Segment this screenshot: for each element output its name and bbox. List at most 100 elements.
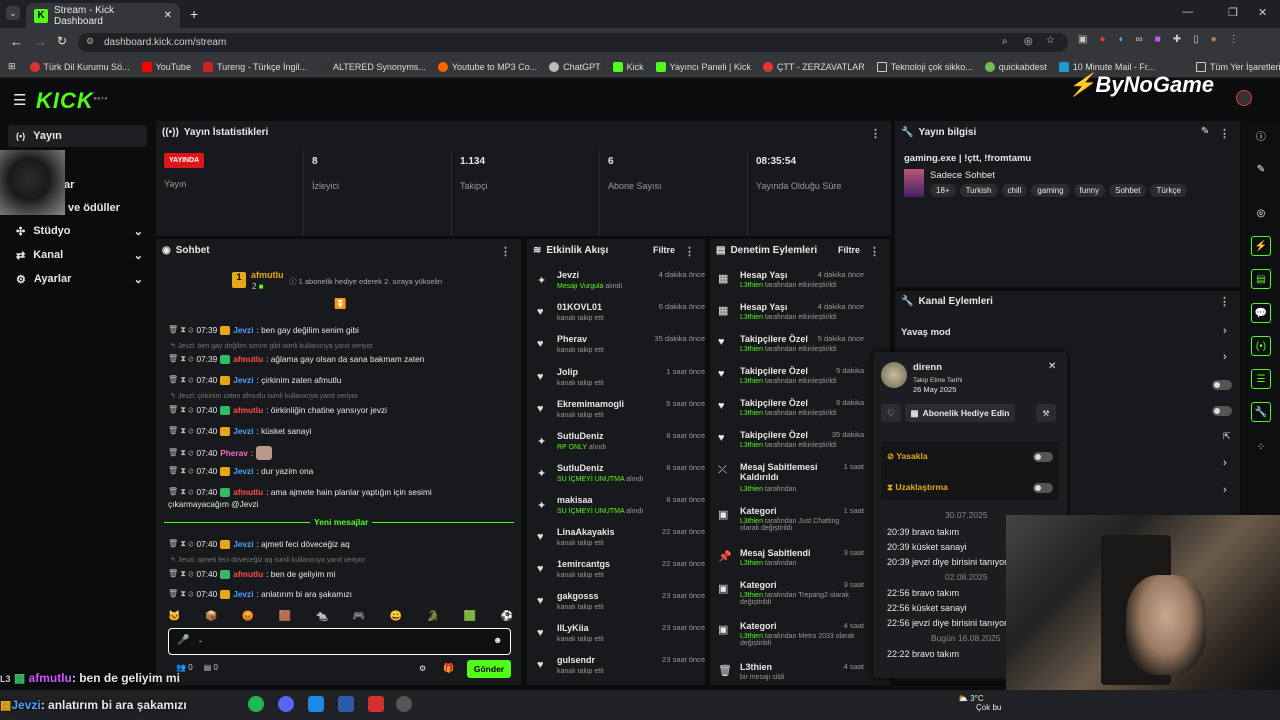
moderation-item[interactable]: 🗑 L3thien bir mesajı sildi 4 saat <box>718 662 864 685</box>
info-icon[interactable]: ⓘ <box>1251 125 1271 145</box>
ban-toggle[interactable] <box>1033 452 1053 462</box>
moderation-item[interactable]: ▣ Kategori L3thien tarafından Metro 2033 o… <box>718 621 864 661</box>
moderation-item[interactable]: 📌 Mesaj Sabitlendi L3thien tarafından 3 saa… <box>718 548 864 580</box>
broadcast-icon[interactable]: (•) <box>1251 336 1271 356</box>
bookmark[interactable]: ÇTT - ZERZAVATLAR <box>762 61 865 72</box>
send-button[interactable]: Gönder <box>467 660 511 678</box>
moderation-item[interactable]: ♥ Takipçilere Özel L3thien tarafından etki… <box>718 430 864 462</box>
pdf-icon[interactable] <box>368 696 384 712</box>
more-options-icon[interactable]: ⋮ <box>870 127 881 140</box>
weather-widget[interactable]: ⛅ 3°C Çok bu <box>958 694 1001 712</box>
pinned-down-arrow-icon[interactable]: ⏬ <box>334 299 346 310</box>
chat-message[interactable]: 🗑 ⧗ ⊘ 07:40 Jevzi: anlatırım bi ara şakam… <box>168 589 508 599</box>
filter-button[interactable]: Filtre <box>838 245 860 255</box>
tag[interactable]: gaming <box>1031 184 1070 197</box>
bookmark[interactable]: 10 Minute Mail - Fr... <box>1058 61 1155 72</box>
tag[interactable]: chill <box>1001 184 1028 197</box>
apps-icon[interactable]: ⊞ <box>8 61 16 72</box>
puzzle-icon[interactable]: ✚ <box>1173 34 1181 50</box>
emote-icon[interactable]: 🐊 <box>427 611 439 625</box>
emote-icon[interactable]: 🐀 <box>316 611 328 625</box>
timeout-toggle[interactable] <box>1033 483 1053 493</box>
activity-item[interactable]: ♥ Jolip kanalı takip etti 1 saat önce <box>537 367 705 399</box>
forward-icon[interactable]: → <box>34 34 47 49</box>
address-bar[interactable]: ⚙ dashboard.kick.com/stream ⌕ ◎ ☆ <box>78 33 1068 52</box>
activity-item[interactable]: ♥ Ekremimamogli kanalı takip etti 5 saat ön… <box>537 399 705 431</box>
chat-message[interactable]: 🗑 ⧗ ⊘ 07:40 afmutlu: ben de geliyim mi <box>168 569 508 579</box>
emote-icon[interactable]: ⚽ <box>500 611 512 625</box>
spotify-icon[interactable] <box>248 696 264 712</box>
gift-sub-button[interactable]: ▦ Abonelik Hediye Edin <box>905 404 1015 422</box>
apps-icon[interactable]: ⁘ <box>1251 437 1271 457</box>
close-icon[interactable]: ✕ <box>1048 361 1056 372</box>
microphone-icon[interactable]: 🎤 <box>177 635 189 646</box>
bookmark[interactable]: YouTube <box>141 61 191 72</box>
new-tab-icon[interactable]: + <box>190 6 198 22</box>
chat-bubble-icon[interactable]: 💬 <box>1251 303 1271 323</box>
sidebar-item-settings[interactable]: ⚙ Ayarlar ⌄ <box>8 268 147 290</box>
tag[interactable]: Turkish <box>959 184 998 197</box>
moderation-item[interactable]: ♥ Takipçilere Özel L3thien tarafından etki… <box>718 334 864 366</box>
more-options-icon[interactable]: ⋮ <box>1219 295 1230 308</box>
chat-message[interactable]: 🗑 ⧗ ⊘ 07:40 Jevzi: küsket sanayi <box>168 426 508 436</box>
activity-item[interactable]: ♥ gakgosss kanalı takip etti 23 saat önce <box>537 591 705 623</box>
lightning-icon[interactable]: ⚡ <box>1251 236 1271 256</box>
activity-item[interactable]: ♥ Pherav kanalı takip etti 35 dakika önce <box>537 334 705 366</box>
moderation-item[interactable]: ♥ Takipçilere Özel L3thien tarafından etki… <box>718 398 864 430</box>
activity-item[interactable]: ✦ SutluDeniz SU İÇMEYİ UNUTMA alındı 8 saat… <box>537 463 705 495</box>
more-options-icon[interactable]: ⋮ <box>869 245 880 258</box>
app-icon[interactable] <box>338 696 354 712</box>
maximize-icon[interactable]: ❐ <box>1228 6 1238 19</box>
edit-pencil-icon[interactable]: ✎ <box>1201 126 1209 137</box>
moderation-item[interactable]: ♥ Takipçilere Özel L3thien tarafından etki… <box>718 366 864 398</box>
emote-icon[interactable]: 📦 <box>205 611 217 625</box>
chat-message[interactable]: 🗑 ⧗ ⊘ 07:39 afmutlu: ağlama gay olsan da … <box>168 354 508 364</box>
bookmark-folder[interactable]: Teknoloji çok sikko... <box>876 61 973 72</box>
bookmark[interactable]: Türk Dil Kurumu Sö... <box>29 61 130 72</box>
target-icon[interactable]: ◎ <box>1251 203 1271 223</box>
emote-icon[interactable]: 😀 <box>390 611 402 625</box>
top-gifter-name[interactable]: afmutlu <box>251 270 284 280</box>
chevron-right-icon[interactable]: › <box>1223 351 1227 363</box>
activity-item[interactable]: ✦ Jevzi Mesajı Vurgula alındı 4 dakika önce <box>537 270 705 302</box>
hamburger-menu-icon[interactable]: ☰ <box>13 91 26 109</box>
chat-message[interactable]: 🗑 ⧗ ⊘ 07:40 afmutlu: öirkinliğin chatine … <box>168 405 508 415</box>
filter-button[interactable]: Filtre <box>653 245 675 255</box>
extension-icon[interactable]: ∞ <box>1136 34 1143 50</box>
chevron-right-icon[interactable]: › <box>1223 457 1227 469</box>
chevron-right-icon[interactable]: › <box>1223 325 1227 337</box>
more-options-icon[interactable]: ⋮ <box>684 245 695 258</box>
chevron-right-icon[interactable]: › <box>1223 484 1227 496</box>
chat-message[interactable]: 🗑 ⧗ ⊘ 07:40 Jevzi: ajmeti feci döveceğiz … <box>168 539 508 549</box>
follow-heart-button[interactable]: ♡ <box>881 404 901 422</box>
bookmark[interactable]: Kick <box>612 61 644 72</box>
tag[interactable]: funny <box>1073 184 1106 197</box>
moderation-item[interactable]: ▦ Hesap Yaşı L3thien tarafından etkinleşti… <box>718 270 864 302</box>
tag[interactable]: Sohbet <box>1109 184 1147 197</box>
chat-message[interactable]: 🗑 ⧗ ⊘ 07:40 Jevzi: çirkinim zaten afmutlu <box>168 375 508 385</box>
activity-item[interactable]: ♥ LinaAkayakis kanalı takip etti 22 saat ön… <box>537 527 705 559</box>
activity-item[interactable]: ♥ 01KOVL01 kanalı takip etti 6 dakika önce <box>537 302 705 334</box>
more-options-icon[interactable]: ⋮ <box>1219 127 1230 140</box>
explorer-icon[interactable] <box>308 696 324 712</box>
discord-icon[interactable] <box>278 696 294 712</box>
back-icon[interactable]: ← <box>10 34 23 49</box>
emote-icon[interactable]: 🐱 <box>168 611 180 625</box>
popout-icon[interactable]: ⇱ <box>1223 431 1231 442</box>
extension-icon[interactable]: ◖ <box>1118 34 1124 50</box>
user-name[interactable]: direnn <box>913 362 942 373</box>
tab-search-icon[interactable]: ⌄ <box>6 6 20 20</box>
bookmark[interactable]: Tureng - Türkçe İngil... <box>202 61 307 72</box>
obs-icon[interactable] <box>396 696 412 712</box>
wrench-icon[interactable]: 🔧 <box>1251 402 1271 422</box>
extension-icon[interactable]: ■ <box>1155 34 1161 50</box>
toggle-switch[interactable] <box>1212 380 1232 390</box>
eye-off-icon[interactable]: ◎ <box>1024 36 1033 47</box>
toggle-switch[interactable] <box>1212 406 1232 416</box>
minimize-icon[interactable]: — <box>1182 6 1193 18</box>
site-info-icon[interactable]: ⚙ <box>86 36 94 47</box>
activity-item[interactable]: ✦ SutluDeniz RP ONLY alındı 8 saat önce <box>537 431 705 463</box>
chat-message[interactable]: 🗑 ⧗ ⊘ 07:40 Pherav: <box>168 446 508 460</box>
browser-tab[interactable]: K Stream - Kick Dashboard ✕ <box>26 3 180 28</box>
moderation-item[interactable]: ⤫ Mesaj Sabitlemesi Kaldırıldı L3thien tar… <box>718 462 864 506</box>
